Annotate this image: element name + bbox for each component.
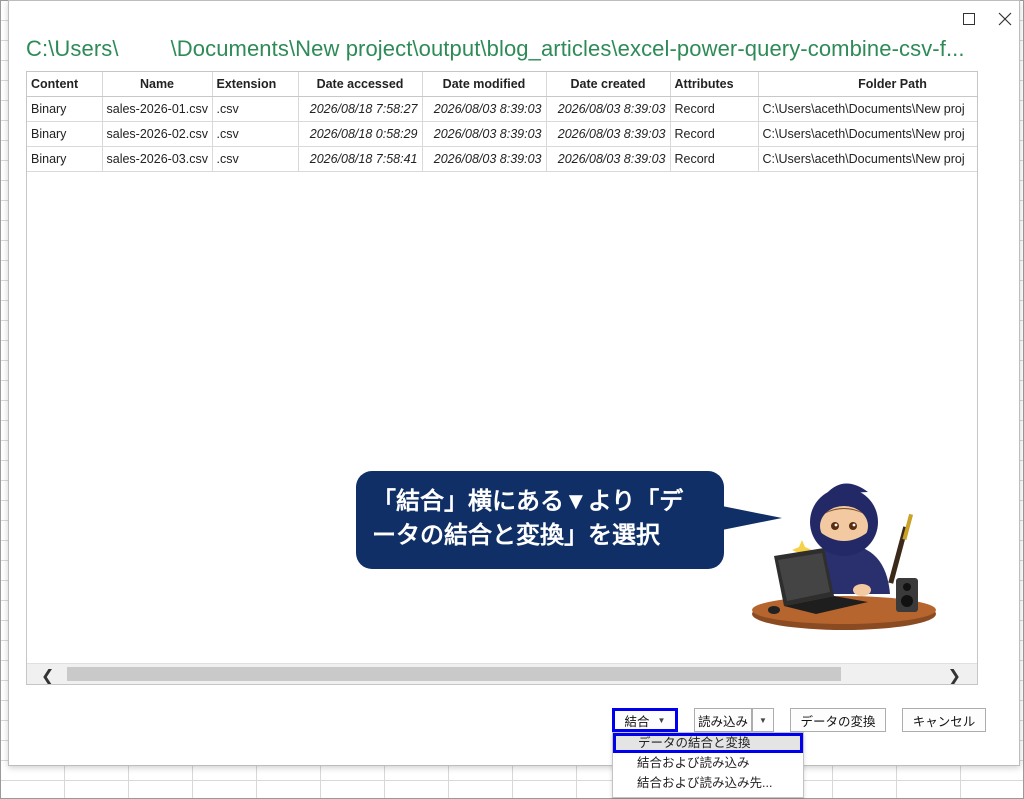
table-row[interactable]: Binary sales-2026-01.csv .csv 2026/08/18… <box>27 96 977 122</box>
table-header-row: Content Name Extension Date accessed Dat… <box>27 72 977 97</box>
table-row[interactable]: Binary sales-2026-02.csv .csv 2026/08/18… <box>27 121 977 147</box>
title-path-end: \Documents\New project\output\blog_artic… <box>170 36 965 61</box>
cell-date-modified: 2026/08/03 8:39:03 <box>422 96 547 122</box>
maximize-button[interactable] <box>955 7 983 31</box>
load-button-label: 読み込み <box>697 714 748 729</box>
title-path-start: C:\Users\ <box>26 36 119 61</box>
column-header[interactable]: Attributes <box>670 72 759 97</box>
column-header[interactable]: Folder Path <box>758 72 977 97</box>
ninja-mascot-icon <box>752 483 936 630</box>
cell-date-accessed: 2026/08/18 0:58:29 <box>298 121 423 147</box>
transform-data-button[interactable]: データの変換 <box>790 708 886 732</box>
cell-extension: .csv <box>212 121 299 147</box>
cell-date-accessed: 2026/08/18 7:58:41 <box>298 146 423 172</box>
file-table: Content Name Extension Date accessed Dat… <box>27 72 977 172</box>
cell-name: sales-2026-03.csv <box>102 146 213 172</box>
scroll-right-icon[interactable]: ❯ <box>948 666 961 684</box>
combine-dropdown-menu: データの結合と変換 結合および読み込み 結合および読み込み先... <box>612 732 804 798</box>
cell-date-created: 2026/08/03 8:39:03 <box>546 146 671 172</box>
column-header[interactable]: Date modified <box>422 72 547 97</box>
cell-date-modified: 2026/08/03 8:39:03 <box>422 146 547 172</box>
cell-content[interactable]: Binary <box>27 121 103 147</box>
dialog-title: C:\Users\ \Documents\New project\output\b… <box>26 36 986 66</box>
cell-extension: .csv <box>212 96 299 122</box>
instruction-callout: 「結合」横にある▼より「デ ータの結合と変換」を選択 <box>356 471 724 569</box>
cancel-button[interactable]: キャンセル <box>902 708 986 732</box>
maximize-icon <box>963 13 975 25</box>
callout-line-1: 「結合」横にある▼より「デ <box>372 488 684 515</box>
horizontal-scrollbar[interactable]: ❮ ❯ <box>27 663 977 684</box>
cancel-button-label: キャンセル <box>912 714 976 729</box>
menu-item-combine-and-transform[interactable]: データの結合と変換 <box>613 733 803 753</box>
cell-date-created: 2026/08/03 8:39:03 <box>546 96 671 122</box>
cell-folder-path: C:\Users\aceth\Documents\New proj <box>758 146 977 172</box>
cell-folder-path: C:\Users\aceth\Documents\New proj <box>758 121 977 147</box>
combine-button[interactable]: 結合 ▼ <box>612 708 678 732</box>
transform-button-label: データの変換 <box>800 714 876 729</box>
scroll-left-icon[interactable]: ❮ <box>41 666 54 684</box>
cell-extension: .csv <box>212 146 299 172</box>
chevron-down-icon: ▼ <box>759 715 767 725</box>
close-button[interactable] <box>991 7 1019 31</box>
scrollbar-thumb[interactable] <box>67 667 841 681</box>
chevron-down-icon[interactable]: ▼ <box>658 716 666 725</box>
callout-line-2: ータの結合と変換」を選択 <box>372 522 660 549</box>
menu-item-combine-and-load[interactable]: 結合および読み込み <box>613 753 803 773</box>
cell-date-created: 2026/08/03 8:39:03 <box>546 121 671 147</box>
column-header[interactable]: Date accessed <box>298 72 423 97</box>
close-icon <box>998 12 1012 26</box>
column-header[interactable]: Content <box>27 72 103 97</box>
load-button[interactable]: 読み込み <box>694 708 752 732</box>
cell-attributes[interactable]: Record <box>670 96 759 122</box>
cell-content[interactable]: Binary <box>27 96 103 122</box>
column-header[interactable]: Date created <box>546 72 671 97</box>
cell-name: sales-2026-01.csv <box>102 96 213 122</box>
cell-attributes[interactable]: Record <box>670 121 759 147</box>
load-dropdown-button[interactable]: ▼ <box>752 708 774 732</box>
column-header[interactable]: Extension <box>212 72 299 97</box>
cell-name: sales-2026-02.csv <box>102 121 213 147</box>
cell-attributes[interactable]: Record <box>670 146 759 172</box>
column-header[interactable]: Name <box>102 72 213 97</box>
cell-content[interactable]: Binary <box>27 146 103 172</box>
table-row[interactable]: Binary sales-2026-03.csv .csv 2026/08/18… <box>27 146 977 172</box>
combine-button-label: 結合 <box>624 714 650 729</box>
menu-item-combine-and-load-to[interactable]: 結合および読み込み先... <box>613 773 803 793</box>
cell-folder-path: C:\Users\aceth\Documents\New proj <box>758 96 977 122</box>
cell-date-modified: 2026/08/03 8:39:03 <box>422 121 547 147</box>
cell-date-accessed: 2026/08/18 7:58:27 <box>298 96 423 122</box>
